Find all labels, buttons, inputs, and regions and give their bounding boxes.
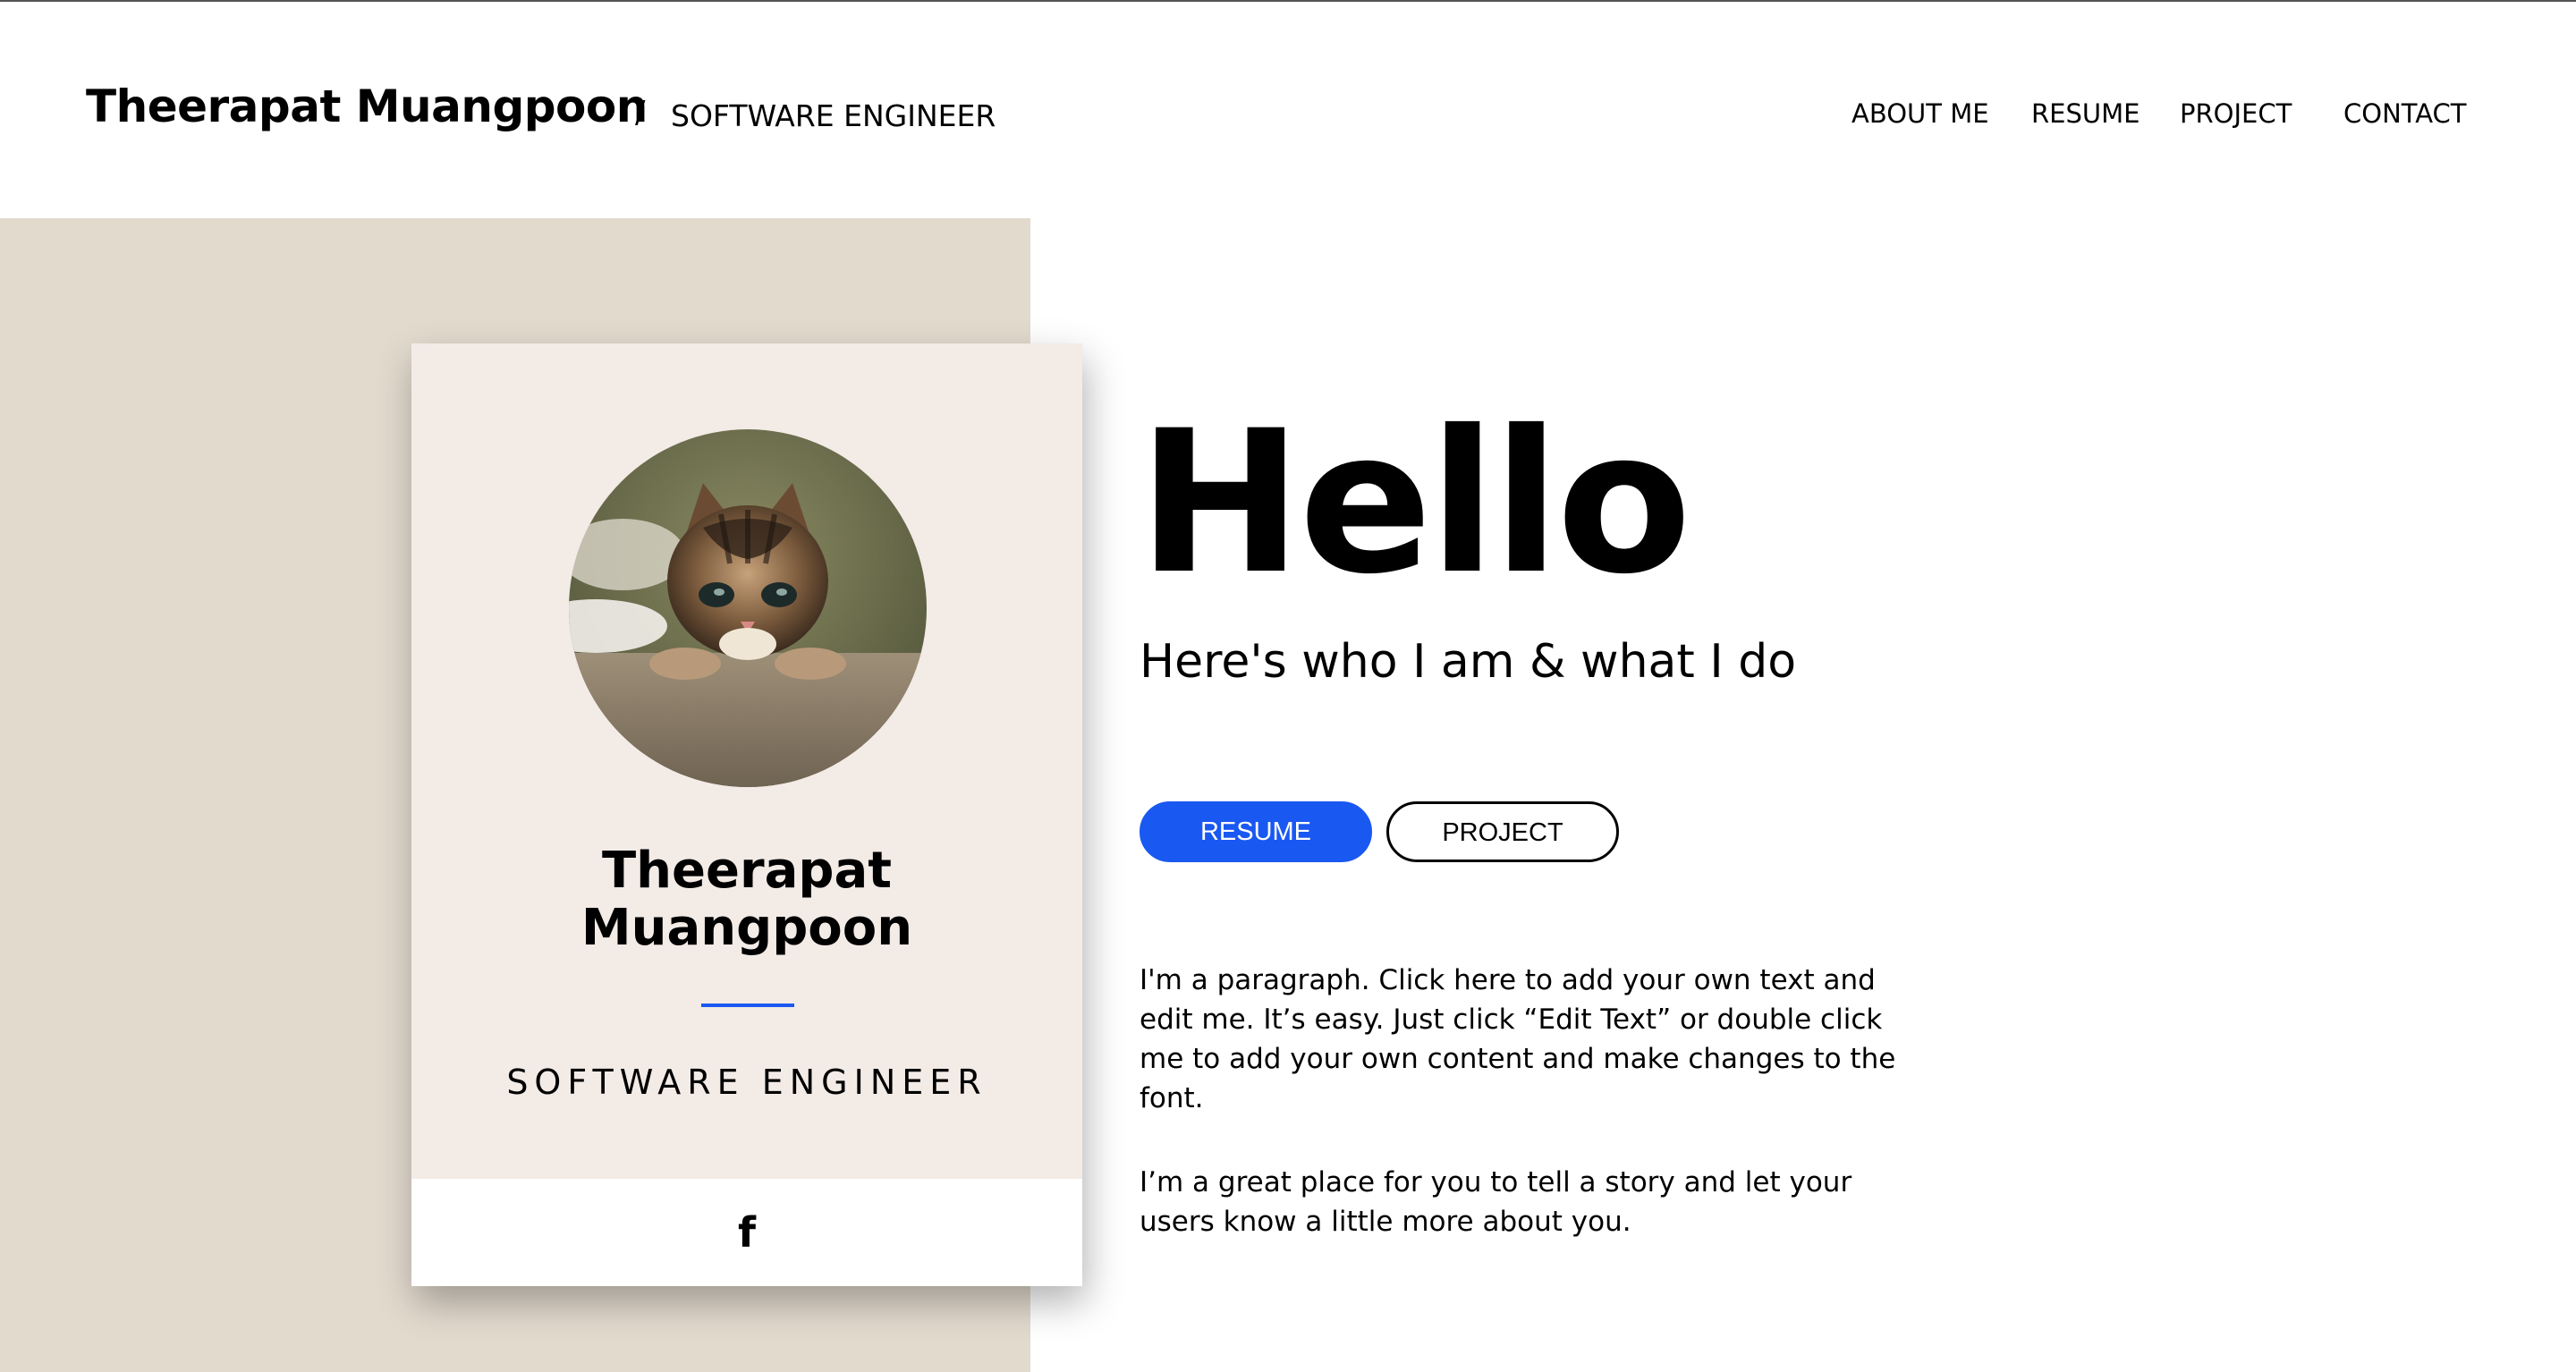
facebook-icon[interactable]: f — [729, 1212, 765, 1253]
site-title[interactable]: Theerapat Muangpoon — [86, 80, 648, 132]
resume-button[interactable]: RESUME — [1140, 801, 1372, 862]
title-separator: / — [635, 95, 646, 131]
nav-project[interactable]: PROJECT — [2180, 98, 2292, 129]
nav-contact[interactable]: CONTACT — [2343, 98, 2467, 129]
nav-resume[interactable]: RESUME — [2031, 98, 2140, 129]
page: Theerapat Muangpoon / SOFTWARE ENGINEER … — [0, 0, 2576, 1372]
avatar — [569, 429, 927, 787]
hero-tagline: Here's who I am & what I do — [1140, 635, 1797, 689]
profile-card: Theerapat Muangpoon SOFTWARE ENGINEER f — [411, 343, 1082, 1286]
project-button[interactable]: PROJECT — [1386, 801, 1619, 862]
card-name-first: Theerapat — [601, 842, 893, 900]
story-paragraph: I’m a great place for you to tell a stor… — [1140, 1166, 1852, 1238]
card-name-last: Muangpoon — [580, 899, 913, 957]
card-social-bar: f — [411, 1179, 1082, 1286]
nav-about-me[interactable]: ABOUT ME — [1852, 98, 1989, 129]
intro-paragraph: I'm a paragraph. Click here to add your … — [1140, 964, 1896, 1114]
card-divider — [701, 1004, 794, 1007]
site-subtitle: SOFTWARE ENGINEER — [671, 98, 996, 133]
card-role: SOFTWARE ENGINEER — [506, 1063, 987, 1102]
kitten-photo — [569, 429, 927, 787]
hero-heading: Hello — [1138, 388, 1691, 617]
